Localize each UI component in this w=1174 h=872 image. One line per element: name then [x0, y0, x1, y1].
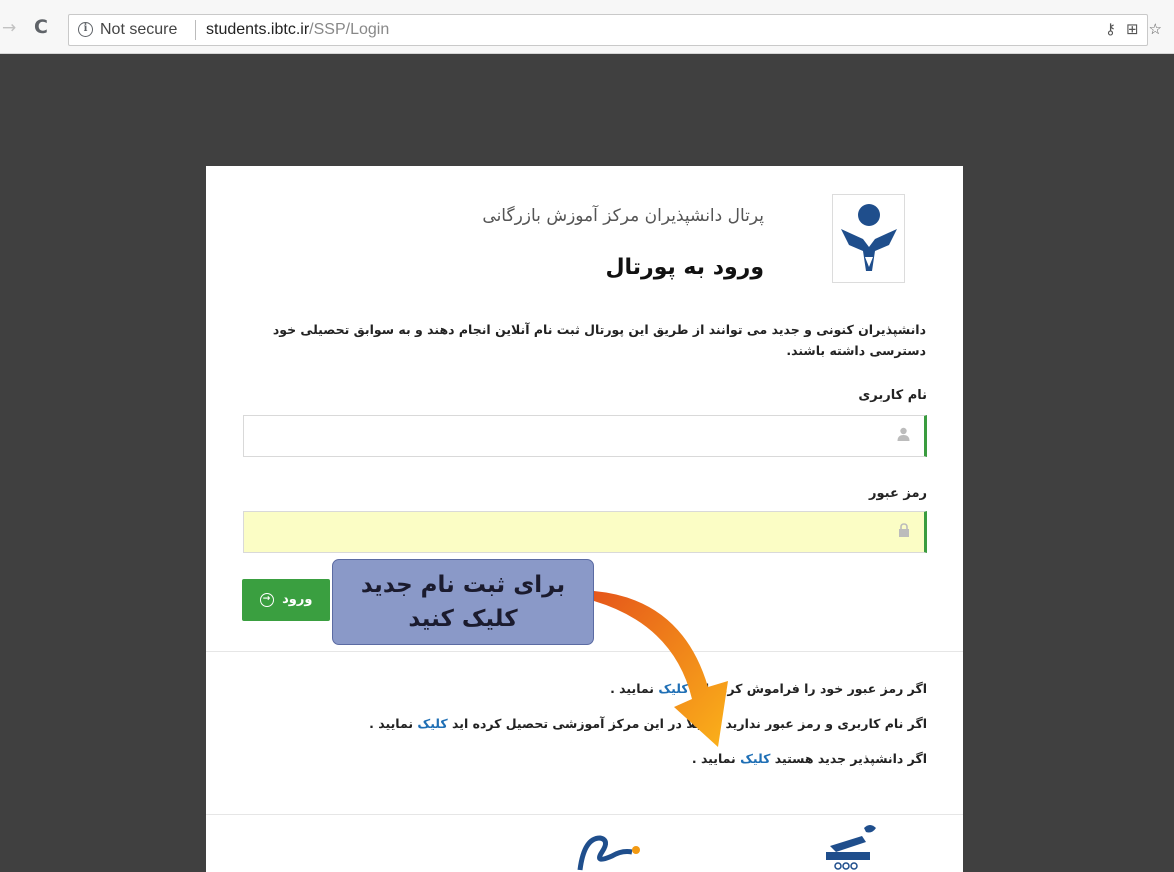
browser-action-icons: ⚷⊞☆ — [1105, 20, 1172, 38]
url-text[interactable]: students.ibtc.ir/SSP/Login — [206, 21, 389, 39]
reload-icon[interactable]: C — [34, 16, 48, 38]
password-label: رمز عبور — [869, 486, 927, 501]
former-student-link[interactable]: کلیک — [417, 716, 447, 731]
page-title: ورود به پورتال — [605, 255, 764, 280]
username-label: نام کاربری — [858, 388, 927, 403]
new-prefix: اگر دانشپذیر جدید هستید — [774, 751, 927, 766]
section-divider — [206, 651, 963, 652]
portal-description: دانشپذیران کنونی و جدید می توانند از طری… — [272, 322, 926, 358]
address-bar[interactable]: i Not secure students.ibtc.ir/SSP/Login — [68, 14, 1148, 46]
former-suffix: نمایید . — [369, 716, 414, 731]
key-icon[interactable]: ⚷ — [1105, 20, 1126, 38]
translate-icon[interactable]: ⊞ — [1126, 20, 1149, 38]
address-separator — [195, 20, 196, 40]
callout-line-1: برای ثبت نام جدید — [360, 572, 566, 598]
new-suffix: نمایید . — [691, 751, 736, 766]
footer-divider — [206, 814, 963, 815]
username-field[interactable] — [243, 415, 927, 457]
new-student-line: اگر دانشپذیر جدید هستید کلیک نمایید . — [692, 751, 927, 766]
bookmark-star-icon[interactable]: ☆ — [1149, 20, 1172, 38]
browser-toolbar: → C i Not secure students.ibtc.ir/SSP/Lo… — [0, 0, 1174, 54]
user-icon — [897, 427, 910, 445]
callout-line-2: کلیک کنید — [408, 606, 518, 632]
new-student-link[interactable]: کلیک — [740, 751, 770, 766]
callout-arrow-icon — [594, 591, 728, 747]
lock-icon — [898, 523, 910, 541]
enamad-logo[interactable] — [816, 822, 886, 872]
ibtc-logo — [832, 194, 905, 283]
login-button[interactable]: ورود → — [242, 579, 330, 621]
login-button-label: ورود — [282, 592, 313, 607]
samandehi-logo[interactable] — [566, 830, 646, 872]
url-host: students.ibtc.ir — [206, 21, 310, 38]
url-path: /SSP/Login — [309, 21, 390, 38]
forward-icon[interactable]: → — [2, 18, 16, 38]
register-callout: برای ثبت نام جدید کلیک کنید — [332, 559, 594, 645]
login-card: پرتال دانشپذیران مرکز آموزش بازرگانی ورو… — [206, 166, 963, 872]
arrow-right-icon: → — [259, 592, 274, 607]
password-field[interactable] — [243, 511, 927, 553]
info-icon[interactable]: i — [78, 22, 93, 37]
security-label: Not secure — [100, 21, 178, 38]
portal-subtitle: پرتال دانشپذیران مرکز آموزش بازرگانی — [482, 206, 764, 226]
